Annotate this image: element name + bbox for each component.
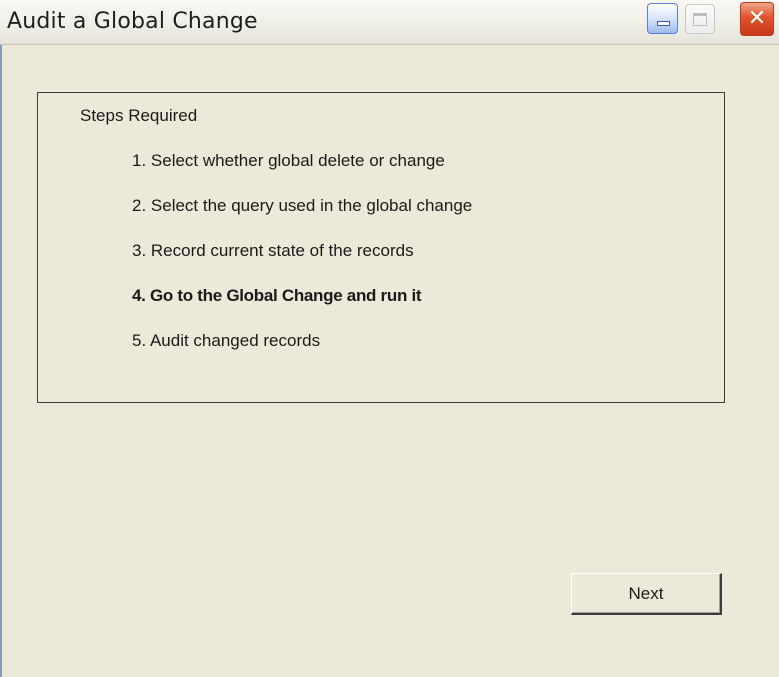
minimize-button[interactable] [647, 3, 678, 34]
minimize-icon [657, 21, 670, 26]
step-1: 1. Select whether global delete or chang… [132, 151, 445, 170]
maximize-button[interactable] [685, 4, 715, 34]
step-3: 3. Record current state of the records [132, 241, 414, 260]
window-title: Audit a Global Change [7, 9, 258, 34]
steps-heading: Steps Required [80, 106, 198, 125]
step-2: 2. Select the query used in the global c… [132, 196, 473, 215]
next-button[interactable]: Next [571, 573, 722, 615]
step-5: 5. Audit changed records [132, 331, 321, 350]
maximize-icon [693, 12, 707, 26]
step-4-current: 4. Go to the Global Change and run it [132, 286, 422, 305]
close-button[interactable]: ✕ [740, 2, 774, 36]
title-bar[interactable]: Audit a Global Change ✕ [0, 0, 779, 45]
audit-global-change-window: Audit a Global Change ✕ Steps Required 1… [0, 0, 779, 677]
close-icon: ✕ [747, 6, 767, 31]
